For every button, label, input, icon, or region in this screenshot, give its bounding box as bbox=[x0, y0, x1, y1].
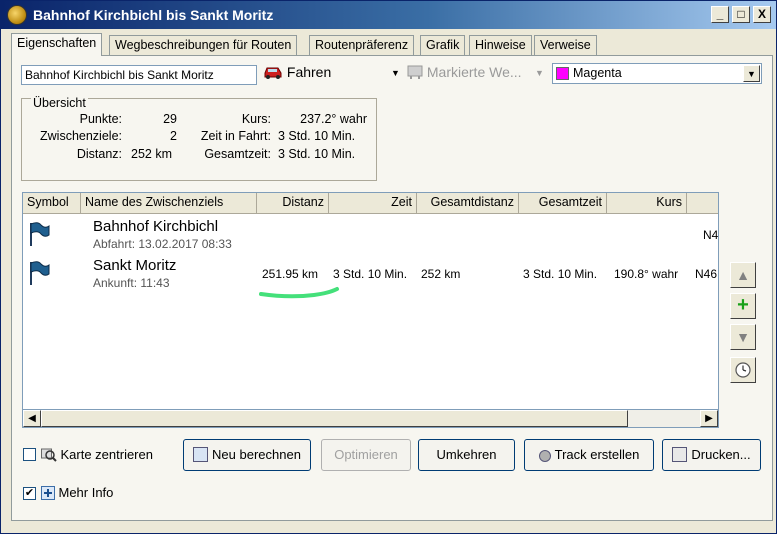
mode-label: Fahren bbox=[286, 64, 332, 80]
chevron-down-icon[interactable]: ▼ bbox=[743, 65, 760, 82]
karte-zentrieren-label: Karte zentrieren bbox=[60, 447, 153, 462]
color-label: Magenta bbox=[573, 66, 622, 80]
distanz-label: Distanz: bbox=[76, 147, 122, 161]
app-icon bbox=[7, 5, 27, 25]
optimieren-button[interactable]: Optimieren bbox=[321, 439, 411, 471]
column-header-zeit[interactable]: Zeit bbox=[329, 193, 417, 214]
tab-verweise[interactable]: Verweise bbox=[534, 35, 597, 55]
scroll-thumb[interactable] bbox=[41, 410, 628, 427]
scroll-left-icon[interactable]: ◀ bbox=[23, 410, 41, 427]
title-bar[interactable]: Bahnhof Kirchbichl bis Sankt Moritz _ □ … bbox=[1, 1, 776, 29]
clock-icon bbox=[735, 362, 751, 378]
zwischenziele-value: 2 bbox=[170, 129, 177, 143]
drucken-button[interactable]: Drucken... bbox=[662, 439, 761, 471]
waypoint-name: Bahnhof Kirchbichl bbox=[93, 218, 219, 235]
neu-berechnen-button[interactable]: Neu berechnen bbox=[183, 439, 311, 471]
waypoint-arrival: Ankunft: 11:43 bbox=[93, 276, 170, 290]
chevron-down-icon: ▼ bbox=[535, 68, 544, 78]
tab-grafik[interactable]: Grafik bbox=[420, 35, 466, 55]
tab-hinweise[interactable]: Hinweise bbox=[469, 35, 532, 55]
move-down-button[interactable]: ▼ bbox=[730, 324, 756, 350]
track-erstellen-button[interactable]: Track erstellen bbox=[524, 439, 654, 471]
column-header-symbol[interactable]: Symbol bbox=[23, 193, 81, 214]
flag-icon bbox=[30, 261, 50, 285]
zwischenziele-label: Zwischenziele: bbox=[40, 129, 122, 143]
drucken-label: Drucken... bbox=[691, 447, 751, 462]
minimize-button[interactable]: _ bbox=[711, 6, 729, 23]
move-up-button[interactable]: ▲ bbox=[730, 262, 756, 288]
maximize-button[interactable]: □ bbox=[732, 6, 750, 23]
route-name-input[interactable]: Bahnhof Kirchbichl bis Sankt Moritz bbox=[21, 65, 257, 85]
clock-button[interactable] bbox=[730, 357, 756, 383]
calculator-icon bbox=[193, 447, 209, 462]
waypoint-coordinate: N46 bbox=[695, 267, 718, 281]
punkte-value: 29 bbox=[163, 112, 177, 126]
gesamtzeit-label: Gesamtzeit: bbox=[204, 147, 271, 161]
punkte-label: Punkte: bbox=[79, 112, 122, 126]
mehr-info-option[interactable]: Mehr Info bbox=[41, 485, 113, 500]
gesamtzeit-value: 3 Std. 10 Min. bbox=[278, 147, 356, 161]
karte-zentrieren-option[interactable]: Karte zentrieren bbox=[41, 446, 153, 462]
column-header-gesamtdistanz[interactable]: Gesamtdistanz bbox=[417, 193, 519, 214]
map-zoom-icon bbox=[41, 448, 57, 462]
mehr-info-label: Mehr Info bbox=[58, 485, 114, 500]
column-header-kurs[interactable]: Kurs bbox=[607, 193, 687, 214]
overview-groupbox: Übersicht Punkte: 29 Zwischenziele: 2 Di… bbox=[21, 96, 377, 181]
column-header-gesamtzeit[interactable]: Gesamtzeit bbox=[519, 193, 607, 214]
waypoint-departure: Abfahrt: 13.02.2017 08:33 bbox=[93, 237, 232, 251]
highlight-underline bbox=[259, 287, 339, 299]
color-dropdown[interactable]: Magenta ▼ bbox=[552, 63, 762, 84]
track-icon bbox=[538, 450, 551, 462]
mehr-info-checkbox[interactable]: ✔ bbox=[23, 487, 36, 500]
close-button[interactable]: X bbox=[753, 6, 771, 23]
karte-zentrieren-checkbox[interactable] bbox=[23, 448, 36, 461]
marker-label: Markierte We... bbox=[426, 64, 522, 80]
distanz-value: 252 km bbox=[131, 147, 172, 161]
mode-dropdown[interactable]: Fahren ▼ bbox=[263, 64, 403, 84]
color-swatch bbox=[556, 67, 569, 80]
column-header-distanz[interactable]: Distanz bbox=[257, 193, 329, 214]
track-erstellen-label: Track erstellen bbox=[554, 447, 640, 462]
waypoint-coordinate: N4 bbox=[703, 228, 719, 242]
tab-routenpraeferenz[interactable]: Routenpräferenz bbox=[309, 35, 415, 55]
column-header-name[interactable]: Name des Zwischenziels bbox=[81, 193, 257, 214]
waypoint-kurs: 190.8° wahr bbox=[614, 267, 679, 281]
marker-dropdown[interactable]: Markierte We... ▼ bbox=[407, 64, 547, 84]
waypoint-distanz: 251.95 km bbox=[262, 267, 319, 281]
neu-berechnen-label: Neu berechnen bbox=[212, 447, 301, 462]
kurs-label: Kurs: bbox=[241, 112, 271, 126]
tab-eigenschaften[interactable]: Eigenschaften bbox=[11, 33, 103, 56]
waypoint-name: Sankt Moritz bbox=[93, 257, 177, 274]
waypoint-zeit: 3 Std. 10 Min. bbox=[333, 267, 408, 281]
flag-icon bbox=[30, 222, 50, 246]
waypoint-table: Symbol Name des Zwischenziels Distanz Ze… bbox=[22, 192, 719, 428]
waypoint-gesamtzeit: 3 Std. 10 Min. bbox=[523, 267, 598, 281]
umkehren-button[interactable]: Umkehren bbox=[418, 439, 515, 471]
printer-icon bbox=[672, 447, 688, 462]
zeit-label: Zeit in Fahrt: bbox=[200, 129, 271, 143]
tab-wegbeschreibungen[interactable]: Wegbeschreibungen für Routen bbox=[109, 35, 298, 55]
column-header-extra[interactable] bbox=[687, 193, 718, 214]
kurs-value: 237.2° wahr bbox=[300, 112, 367, 126]
overview-title: Übersicht bbox=[31, 96, 88, 110]
car-icon bbox=[264, 67, 282, 79]
zeit-value: 3 Std. 10 Min. bbox=[278, 129, 356, 143]
window-title: Bahnhof Kirchbichl bis Sankt Moritz bbox=[33, 7, 274, 23]
add-info-icon bbox=[41, 486, 55, 500]
add-waypoint-button[interactable]: + bbox=[730, 293, 756, 319]
waypoint-gesamtdistanz: 252 km bbox=[421, 267, 461, 281]
route-properties-window: Bahnhof Kirchbichl bis Sankt Moritz _ □ … bbox=[0, 0, 777, 534]
horizontal-scrollbar[interactable]: ◀ ▶ bbox=[22, 409, 719, 428]
chevron-down-icon: ▼ bbox=[391, 68, 400, 78]
scroll-right-icon[interactable]: ▶ bbox=[700, 410, 718, 427]
marker-icon bbox=[407, 65, 423, 79]
